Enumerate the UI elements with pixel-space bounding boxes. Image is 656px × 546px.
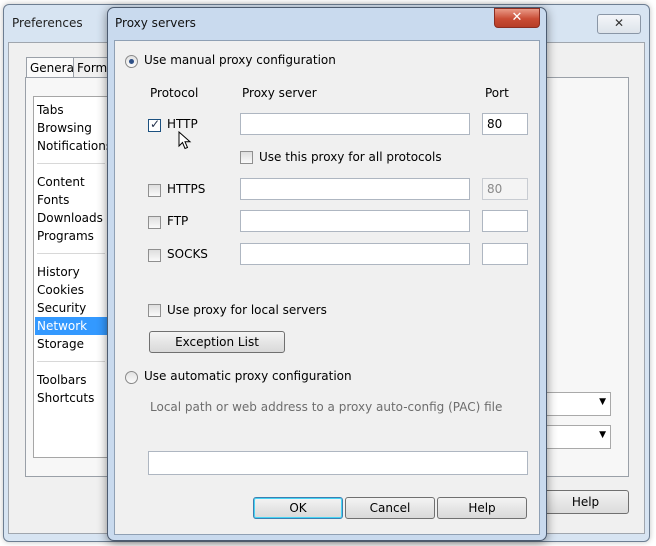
chevron-down-icon: ▼ xyxy=(599,397,606,407)
socks-label: SOCKS xyxy=(167,247,208,261)
category-item-shortcuts[interactable]: Shortcuts xyxy=(37,389,94,407)
category-item-history[interactable]: History xyxy=(37,263,80,281)
auto-proxy-label: Use automatic proxy configuration xyxy=(144,369,352,383)
category-item-network[interactable]: Network xyxy=(35,317,108,335)
cancel-button[interactable]: Cancel xyxy=(345,497,435,519)
socks-server-input[interactable] xyxy=(240,243,470,265)
category-item-cookies[interactable]: Cookies xyxy=(37,281,84,299)
http-checkbox[interactable]: ✓ xyxy=(148,117,161,132)
auto-proxy-radio[interactable] xyxy=(125,371,138,384)
pac-label: Local path or web address to a proxy aut… xyxy=(150,400,503,414)
ftp-label: FTP xyxy=(167,214,189,228)
local-servers-checkbox[interactable] xyxy=(148,304,161,317)
socks-port-input[interactable] xyxy=(482,243,528,265)
ok-button[interactable]: OK xyxy=(253,497,343,519)
category-divider xyxy=(37,163,105,164)
category-item-fonts[interactable]: Fonts xyxy=(37,191,69,209)
exception-list-button[interactable]: Exception List xyxy=(149,331,285,353)
network-dropdown[interactable]: ▼ xyxy=(545,392,611,416)
category-item-storage[interactable]: Storage xyxy=(37,335,84,353)
category-divider xyxy=(37,361,105,362)
preferences-help-button[interactable]: Help xyxy=(542,490,629,514)
ftp-checkbox[interactable] xyxy=(148,216,161,229)
https-label: HTTPS xyxy=(167,182,206,196)
all-protocols-label: Use this proxy for all protocols xyxy=(259,150,442,164)
port-header: Port xyxy=(485,86,509,100)
category-divider xyxy=(37,253,105,254)
category-item-content[interactable]: Content xyxy=(37,173,85,191)
category-list[interactable]: Tabs Browsing Notifications Content Font… xyxy=(33,96,109,458)
category-item-tabs[interactable]: Tabs xyxy=(37,101,64,119)
category-item-security[interactable]: Security xyxy=(37,299,86,317)
category-item-downloads[interactable]: Downloads xyxy=(37,209,103,227)
https-checkbox[interactable] xyxy=(148,184,161,197)
pac-url-input[interactable] xyxy=(148,451,528,475)
protocol-header: Protocol xyxy=(150,86,199,100)
manual-proxy-label: Use manual proxy configuration xyxy=(144,53,336,67)
http-server-input[interactable] xyxy=(240,113,470,135)
dialog-close-button[interactable]: ✕ xyxy=(494,8,540,28)
mouse-pointer-icon xyxy=(178,131,192,150)
local-servers-label: Use proxy for local servers xyxy=(167,303,327,317)
dialog-title: Proxy servers xyxy=(115,16,196,30)
category-item-browsing[interactable]: Browsing xyxy=(37,119,92,137)
http-port-input[interactable]: 80 xyxy=(482,113,528,135)
socks-checkbox[interactable] xyxy=(148,249,161,262)
https-port-input[interactable]: 80 xyxy=(482,178,528,200)
preferences-title: Preferences xyxy=(12,16,83,30)
https-server-input[interactable] xyxy=(240,178,470,200)
ftp-server-input[interactable] xyxy=(240,210,470,232)
tab-general[interactable]: General xyxy=(26,57,77,78)
ftp-port-input[interactable] xyxy=(482,210,528,232)
category-item-toolbars[interactable]: Toolbars xyxy=(37,371,86,389)
chevron-down-icon: ▼ xyxy=(599,430,606,440)
close-icon: ✕ xyxy=(511,10,523,25)
proxy-server-header: Proxy server xyxy=(242,86,317,100)
all-protocols-checkbox[interactable] xyxy=(240,151,253,164)
help-button[interactable]: Help xyxy=(437,497,527,519)
check-icon: ✓ xyxy=(150,117,161,131)
category-item-programs[interactable]: Programs xyxy=(37,227,94,245)
preferences-close-button[interactable]: ✕ xyxy=(597,14,641,34)
network-dropdown[interactable]: ▼ xyxy=(545,425,611,449)
close-icon: ✕ xyxy=(613,16,625,30)
category-item-notifications[interactable]: Notifications xyxy=(37,137,108,155)
manual-proxy-radio[interactable] xyxy=(125,55,138,68)
http-label: HTTP xyxy=(167,117,198,131)
